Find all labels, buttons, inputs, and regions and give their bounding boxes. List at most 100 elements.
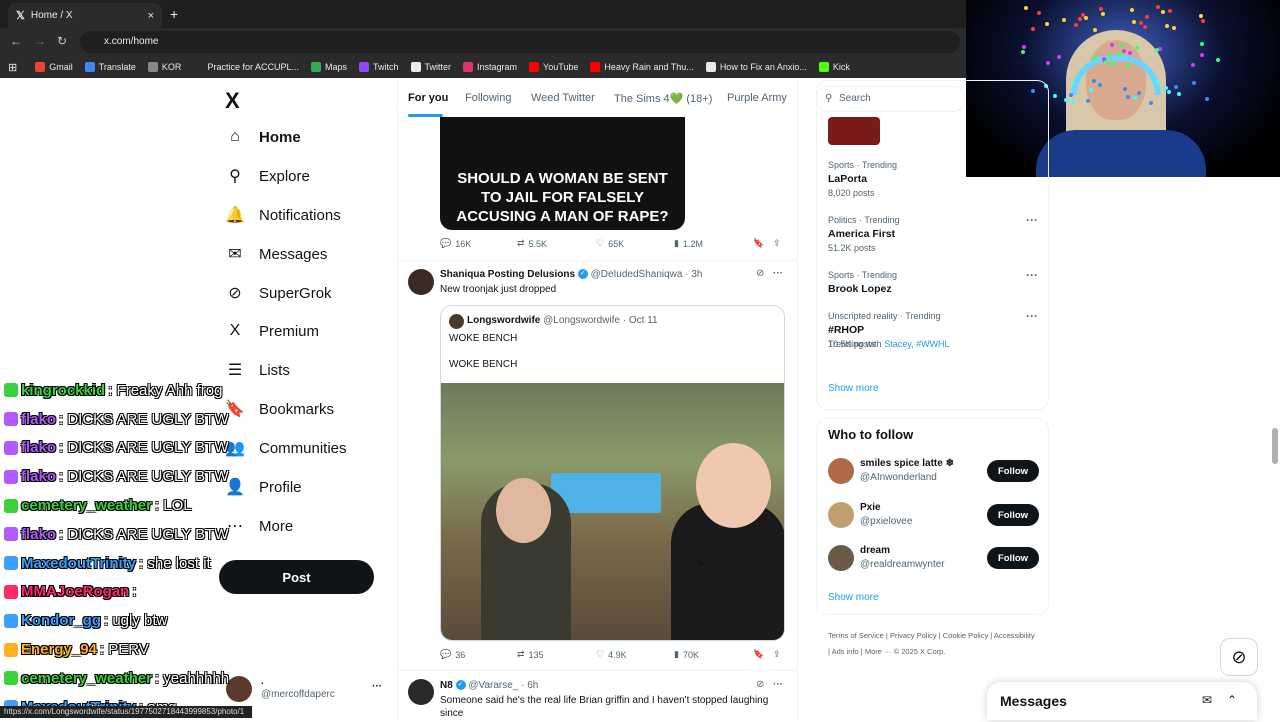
feed-tab[interactable]: Purple Army	[727, 92, 787, 104]
feed-tab[interactable]: Weed Twitter	[531, 92, 595, 104]
url-field[interactable]: x.com/home	[80, 31, 960, 53]
bookmark-item[interactable]: Practice for ACCUPL...	[193, 62, 299, 72]
account-more-icon[interactable]: ···	[372, 681, 382, 692]
tweet-author[interactable]: Shaniqua Posting Delusions ✓ @DeIudedSha…	[440, 269, 702, 280]
messages-drawer[interactable]: Messages ✉ ⌃	[987, 682, 1257, 720]
led-light	[1155, 48, 1159, 52]
follow-button[interactable]: Follow	[987, 547, 1039, 569]
led-light	[1174, 85, 1178, 89]
scrollbar[interactable]	[1272, 428, 1278, 464]
share-icon[interactable]: ⇪	[773, 649, 781, 660]
bookmark-item[interactable]: Twitch	[358, 62, 399, 72]
reply-button[interactable]: 💬 16K	[440, 238, 471, 249]
home-icon: ⌂	[230, 128, 240, 145]
tweet-image[interactable]: SHOULD A WOMAN BE SENT TO JAIL FOR FALSE…	[440, 117, 685, 230]
follow-button[interactable]: Follow	[987, 504, 1039, 526]
quoted-photo[interactable]	[441, 383, 784, 640]
trend-more-icon[interactable]: ···	[1026, 213, 1038, 227]
bookmark-item[interactable]: How to Fix an Anxio...	[705, 62, 807, 72]
bookmark-item[interactable]: Gmail	[35, 62, 73, 72]
led-light	[1092, 79, 1096, 83]
chat-username: flako	[21, 439, 57, 457]
views-button[interactable]: ▮ 1.2M	[674, 238, 703, 249]
trending-with-links[interactable]: Stacey, #WWHL	[884, 339, 949, 349]
compose-message-icon[interactable]: ✉	[1202, 693, 1212, 707]
follow-button[interactable]: Follow	[987, 460, 1039, 482]
browser-tab[interactable]: 𝕏 Home / X ×	[8, 3, 162, 28]
trend-more-icon[interactable]: ···	[1026, 268, 1038, 282]
bookmark-item[interactable]: Translate	[84, 62, 136, 72]
person-face-shape	[496, 478, 551, 543]
views-button[interactable]: ▮ 70K	[674, 649, 699, 660]
x-logo-icon[interactable]: X	[225, 88, 240, 114]
bookmark-icon[interactable]: 🔖	[753, 649, 764, 660]
bookmark-item[interactable]: Maps	[310, 62, 347, 72]
tab-close-icon[interactable]: ×	[148, 10, 154, 22]
bookmark-item[interactable]: YouTube	[529, 62, 578, 72]
chevron-up-icon[interactable]: ⌃	[1227, 693, 1237, 707]
follow-suggestion[interactable]: Pxie @pxielovee Follow	[828, 502, 1043, 532]
forward-icon[interactable]: →	[34, 34, 46, 48]
sidebar-item-explore[interactable]: ⚲ Explore	[225, 166, 310, 186]
like-button[interactable]: ♡ 4.9K	[596, 649, 627, 660]
like-button[interactable]: ♡ 65K	[596, 238, 624, 249]
bookmark-item[interactable]: Instagram	[463, 62, 517, 72]
sidebar-item-home[interactable]: ⌂ Home	[225, 127, 301, 147]
more-icon[interactable]: ···	[773, 679, 783, 690]
reload-icon[interactable]: ↻	[57, 34, 67, 48]
apps-grid-icon[interactable]: ⊞	[8, 61, 17, 74]
follow-suggestion[interactable]: dream @realdreamwynter Follow	[828, 545, 1043, 575]
sidebar-item-supergrok[interactable]: ⊘ SuperGrok	[225, 283, 331, 303]
bookmark-item[interactable]: KOR	[147, 62, 182, 72]
grok-icon[interactable]: ⊘	[756, 679, 764, 690]
tweet-author[interactable]: N8 ✓ @Vararse_ · 6h	[440, 680, 538, 691]
avatar[interactable]	[408, 269, 434, 295]
grok-icon[interactable]: ⊘	[756, 268, 764, 279]
bookmark-icon[interactable]: 🔖	[753, 238, 764, 249]
led-light	[1130, 8, 1134, 12]
bookmark-label: KOR	[161, 62, 182, 72]
trend-more-icon[interactable]: ···	[1026, 309, 1038, 323]
avatar	[828, 458, 854, 484]
search-input[interactable]: ⚲ Search	[816, 86, 966, 112]
bookmark-label: Twitter	[424, 62, 452, 72]
feed-tab[interactable]: The Sims 4💚 (18+)	[614, 92, 712, 105]
sidebar-item-notifications[interactable]: 🔔 Notifications	[225, 205, 341, 225]
show-more-link[interactable]: Show more	[828, 383, 879, 394]
tweet-time: · 6h	[521, 680, 539, 691]
chat-badge-icon	[4, 383, 18, 398]
bookmark-favicon-icon	[410, 62, 421, 72]
new-tab-button[interactable]: +	[170, 6, 178, 22]
reply-button[interactable]: 💬 36	[440, 649, 465, 660]
feed-tab[interactable]: For you	[408, 92, 448, 104]
verified-icon: ✓	[577, 269, 588, 280]
bookmark-item[interactable]: Heavy Rain and Thu...	[590, 62, 694, 72]
led-light	[1064, 98, 1068, 102]
share-icon[interactable]: ⇪	[773, 238, 781, 249]
trending-with-label: Trending with	[828, 339, 882, 349]
show-more-link[interactable]: Show more	[828, 592, 879, 603]
trend-item[interactable]: Sports · Trending Brook Lopez	[828, 270, 897, 298]
sidebar-item-messages[interactable]: ✉ Messages	[225, 244, 327, 264]
footer-links[interactable]: Terms of Service | Privacy Policy | Cook…	[828, 628, 1038, 660]
avatar[interactable]	[408, 679, 434, 705]
follow-suggestion[interactable]: smiles spice latte ❄ @AInwonderland Follow	[828, 458, 1043, 488]
sidebar-item-premium[interactable]: X Premium	[225, 321, 319, 341]
grok-floating-icon[interactable]: ⊘	[1220, 638, 1258, 676]
views-icon: ▮	[674, 649, 679, 659]
quoted-tweet[interactable]: Longswordwife @Longswordwife · Oct 11 WO…	[440, 305, 785, 641]
bookmark-item[interactable]: Twitter	[410, 62, 452, 72]
bookmark-item[interactable]: Kick	[818, 62, 850, 72]
reply-icon: 💬	[440, 238, 452, 248]
chat-text: : she lost it	[139, 554, 211, 572]
search-icon: ⚲	[825, 93, 833, 104]
repost-button[interactable]: ⇄ 135	[517, 649, 544, 660]
feed-tab[interactable]: Following	[465, 92, 511, 104]
bookmarks-bar: ⊞ Gmail Translate KOR Practice for ACCUPL..…	[0, 56, 966, 78]
more-icon[interactable]: ···	[773, 268, 783, 279]
led-light	[1156, 5, 1160, 9]
trend-item[interactable]: Sports · Trending LaPorta 8,020 posts	[828, 160, 897, 198]
trend-item[interactable]: Politics · Trending America First 51.2K po…	[828, 215, 900, 253]
back-icon[interactable]: ←	[10, 34, 22, 48]
repost-button[interactable]: ⇄ 5.5K	[517, 238, 547, 249]
